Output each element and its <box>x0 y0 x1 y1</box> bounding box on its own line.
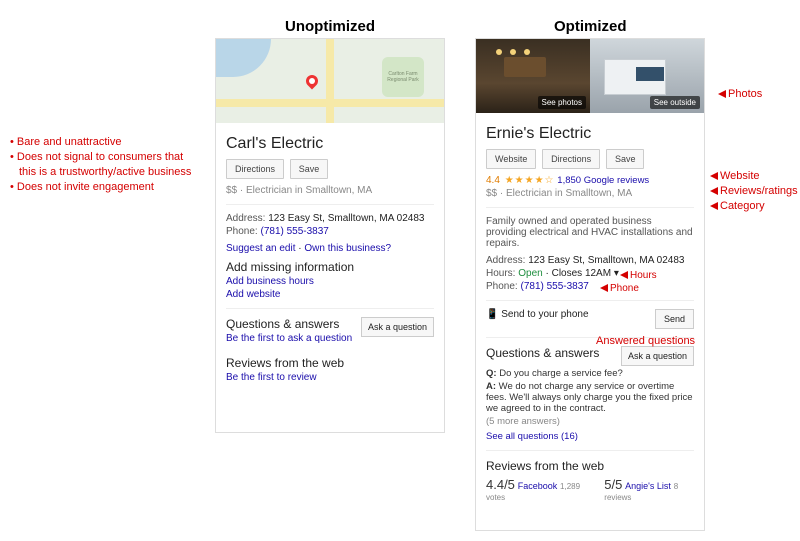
reviews-heading: Reviews from the web <box>226 356 434 370</box>
map-area[interactable]: Carlton Farm Regional Park <box>216 39 444 123</box>
price-level: $$ <box>486 188 497 199</box>
review-score: 4.4/5 <box>486 477 515 492</box>
phone-label: Phone: <box>226 226 260 237</box>
phone-link[interactable]: (781) 555-3837 <box>260 226 328 237</box>
map-park-label: Carlton Farm Regional Park <box>382 57 424 97</box>
heading-unoptimized: Unoptimized <box>285 18 375 35</box>
photo-row: See photos See outside <box>476 39 704 113</box>
address-value: 123 Easy St, Smalltown, MA 02483 <box>528 255 684 266</box>
category-text: Electrician in Smalltown, MA <box>246 185 372 196</box>
annotation-hours: Hours <box>620 270 657 281</box>
star-icons: ★★★★☆ <box>505 175 555 186</box>
phone-label: Phone: <box>486 281 520 292</box>
web-review-item: 5/5 Angie's List 8 reviews <box>604 477 694 503</box>
arrow-left-icon <box>710 202 718 210</box>
annotation-website: Website <box>710 170 760 182</box>
first-question-link[interactable]: Be the first to ask a question <box>226 333 352 344</box>
address-label: Address: <box>486 255 528 266</box>
send-to-phone-label: Send to your phone <box>501 309 588 320</box>
annotation-reviews: Reviews/ratings <box>710 185 798 197</box>
business-description: Family owned and operated business provi… <box>486 216 694 249</box>
save-button[interactable]: Save <box>290 159 329 179</box>
left-critique-list: Bare and unattractive Does not signal to… <box>10 135 191 194</box>
annotation-phone: Phone <box>600 283 639 294</box>
q-label: Q: <box>486 368 499 379</box>
a-label: A: <box>486 381 499 392</box>
arrow-left-icon <box>710 172 718 180</box>
photo-interior[interactable]: See photos <box>476 39 590 113</box>
map-pin-icon <box>304 73 321 90</box>
annotation-category: Category <box>710 200 765 212</box>
review-source[interactable]: Facebook <box>518 481 558 491</box>
save-button[interactable]: Save <box>606 149 645 169</box>
address-value: 123 Easy St, Smalltown, MA 02483 <box>268 213 424 224</box>
hours-label: Hours: <box>486 268 518 279</box>
annotation-photos: Photos <box>718 88 762 100</box>
knowledge-panel-optimized: See photos See outside Ernie's Electric … <box>475 38 705 531</box>
more-answers[interactable]: (5 more answers) <box>486 416 694 427</box>
knowledge-panel-unoptimized: Carlton Farm Regional Park Carl's Electr… <box>215 38 445 433</box>
ask-question-button[interactable]: Ask a question <box>361 317 434 337</box>
add-website-link[interactable]: Add website <box>226 289 280 300</box>
arrow-left-icon <box>718 90 726 98</box>
business-name: Carl's Electric <box>226 135 434 153</box>
review-source[interactable]: Angie's List <box>625 481 671 491</box>
map-road <box>326 39 334 123</box>
business-name: Ernie's Electric <box>486 125 694 143</box>
see-photos-tag[interactable]: See photos <box>538 96 586 109</box>
address-label: Address: <box>226 213 268 224</box>
suggest-edit-link[interactable]: Suggest an edit <box>226 243 296 254</box>
critique-item-cont: this is a trustworthy/active business <box>10 165 191 180</box>
closes-time[interactable]: · Closes 12AM ▾ <box>545 268 618 279</box>
price-level: $$ <box>226 185 237 196</box>
website-button[interactable]: Website <box>486 149 536 169</box>
question-text: Do you charge a service fee? <box>499 368 623 379</box>
photo-exterior[interactable]: See outside <box>590 39 704 113</box>
arrow-left-icon <box>600 284 608 292</box>
critique-item: Does not invite engagement <box>10 180 191 195</box>
heading-optimized: Optimized <box>554 18 627 35</box>
reviews-link[interactable]: 1,850 Google reviews <box>557 175 649 186</box>
category-text: Electrician in Smalltown, MA <box>506 188 632 199</box>
map-water <box>216 39 271 77</box>
first-review-link[interactable]: Be the first to review <box>226 372 317 383</box>
phone-link[interactable]: (781) 555-3837 <box>520 281 588 292</box>
see-all-questions-link[interactable]: See all questions (16) <box>486 431 578 442</box>
critique-item: Does not signal to consumers that <box>10 150 191 165</box>
phone-send-icon: 📱 <box>486 309 498 320</box>
reviews-heading: Reviews from the web <box>486 459 694 473</box>
add-hours-link[interactable]: Add business hours <box>226 276 314 287</box>
critique-item: Bare and unattractive <box>10 135 191 150</box>
directions-button[interactable]: Directions <box>226 159 284 179</box>
own-business-link[interactable]: Own this business? <box>304 243 391 254</box>
arrow-left-icon <box>620 271 628 279</box>
rating-value: 4.4 <box>486 175 500 186</box>
add-info-heading: Add missing information <box>226 260 434 274</box>
see-outside-tag[interactable]: See outside <box>650 96 700 109</box>
open-status: Open <box>518 268 542 279</box>
web-review-item: 4.4/5 Facebook 1,289 votes <box>486 477 586 503</box>
review-score: 5/5 <box>604 477 622 492</box>
send-button[interactable]: Send <box>655 309 694 329</box>
directions-button[interactable]: Directions <box>542 149 600 169</box>
annotation-answered-questions: Answered questions <box>596 335 695 347</box>
arrow-left-icon <box>710 187 718 195</box>
web-reviews-row: 4.4/5 Facebook 1,289 votes 5/5 Angie's L… <box>486 477 694 503</box>
ask-question-button[interactable]: Ask a question <box>621 346 694 366</box>
answer-text: We do not charge any service or overtime… <box>486 381 693 414</box>
